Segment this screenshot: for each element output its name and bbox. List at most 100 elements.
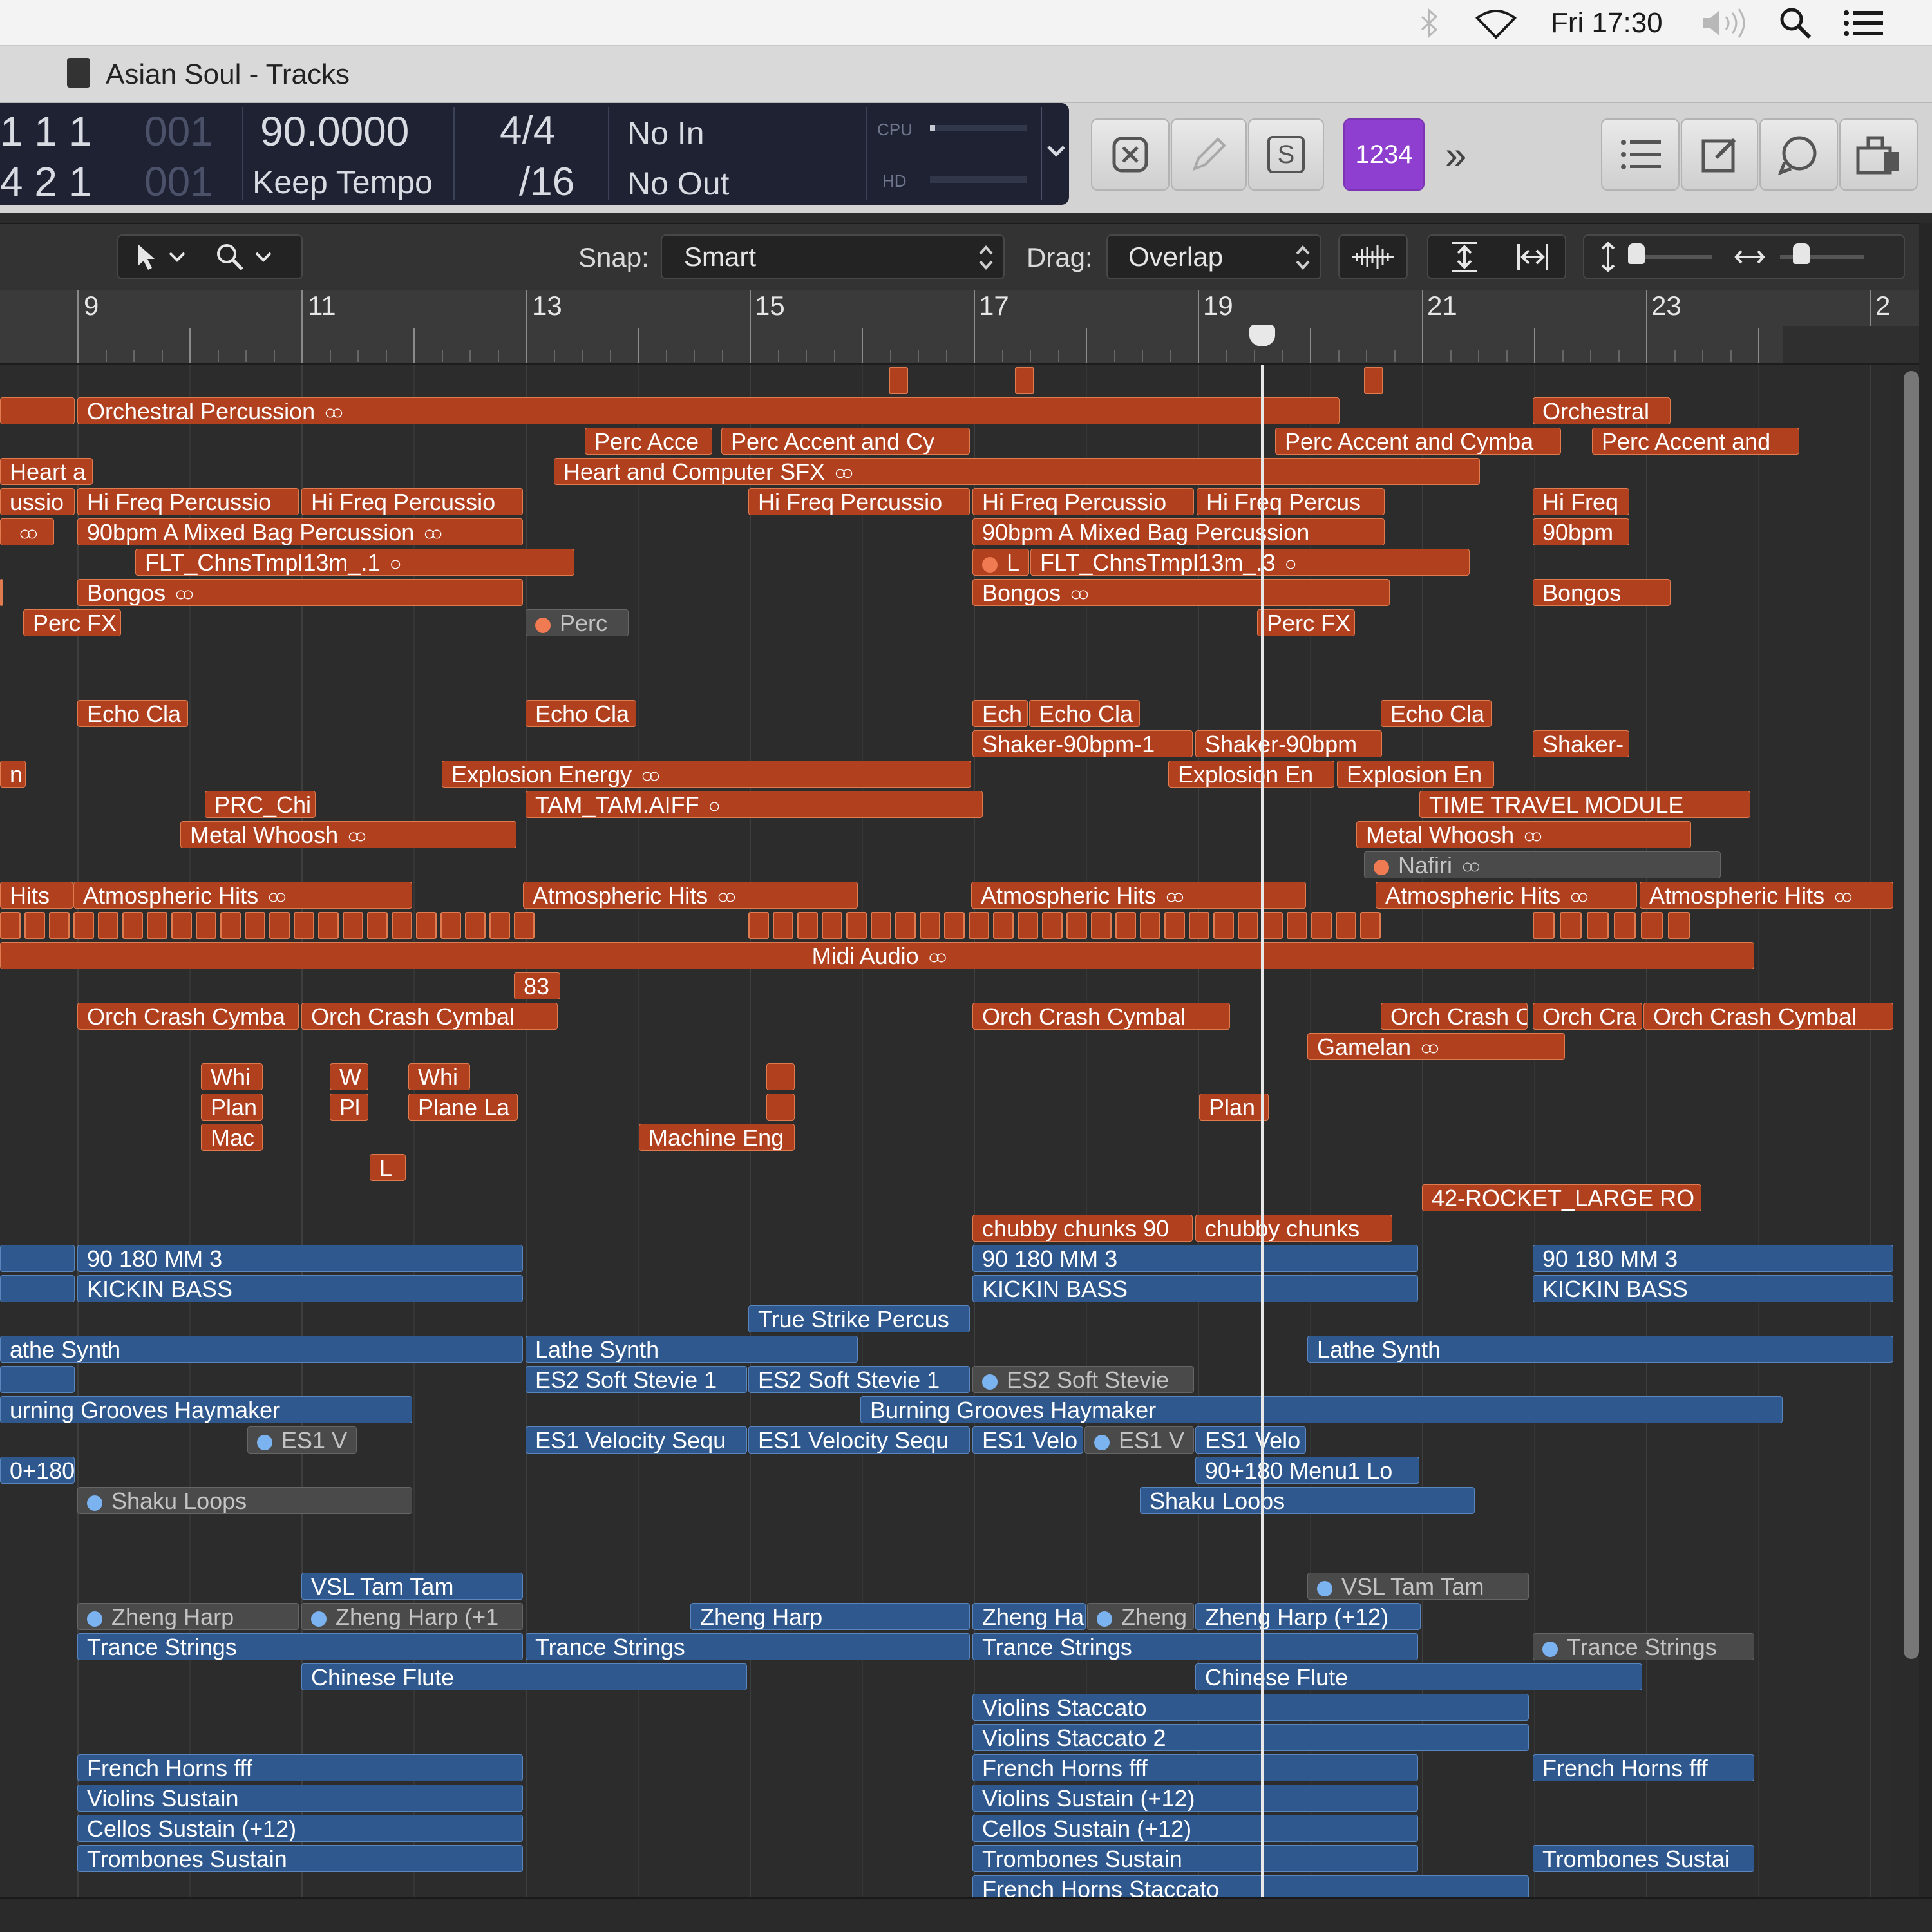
region[interactable]: Mac xyxy=(201,1124,263,1151)
region[interactable]: Lathe Synth xyxy=(1307,1336,1893,1363)
region[interactable]: French Horns fff xyxy=(972,1754,1418,1781)
solo-button[interactable]: S xyxy=(1248,118,1324,191)
region[interactable]: Hi Freq Percussio xyxy=(77,488,299,515)
region-segment[interactable] xyxy=(1066,912,1087,939)
region[interactable]: TIME TRAVEL MODULE xyxy=(1419,791,1750,818)
region[interactable]: Bongos ○○ xyxy=(77,579,523,606)
reset-button[interactable] xyxy=(1091,118,1170,191)
vertical-scrollbar[interactable] xyxy=(1904,371,1919,1659)
region[interactable]: Hi Freq xyxy=(1533,488,1629,515)
region-segment[interactable] xyxy=(392,912,412,939)
region[interactable]: Perc FX xyxy=(23,609,121,636)
region[interactable]: Trance Strings xyxy=(972,1633,1418,1660)
region[interactable]: Zheng Harp (+1 xyxy=(301,1603,523,1630)
region[interactable]: Perc Accent and Cymba xyxy=(1275,428,1561,455)
tracks-area[interactable]: Orchestral Percussion ○○ Orchestral Perc Ac… xyxy=(0,365,1893,1897)
region[interactable]: Bongos xyxy=(1533,579,1671,606)
region[interactable]: TAM_TAM.AIFF ○ xyxy=(526,791,983,818)
region-segment[interactable] xyxy=(24,912,45,939)
region-segment[interactable] xyxy=(1533,912,1555,939)
region-segment[interactable] xyxy=(969,912,989,939)
menu-clock[interactable]: Fri 17:30 xyxy=(1551,0,1686,46)
zoom-sliders[interactable] xyxy=(1583,234,1905,279)
region-segment[interactable] xyxy=(171,912,192,939)
region-segment[interactable] xyxy=(1140,912,1160,939)
region[interactable]: Shaku Loops xyxy=(77,1487,412,1514)
region-segment[interactable] xyxy=(1360,912,1381,939)
region-segment[interactable] xyxy=(920,912,940,939)
vertical-zoom-slider[interactable] xyxy=(1628,243,1712,264)
region[interactable] xyxy=(0,1245,75,1272)
region[interactable]: 90+180 Menu1 Lo xyxy=(1195,1457,1419,1484)
region[interactable] xyxy=(0,1366,75,1393)
region[interactable]: Shaker-90bpm-1 xyxy=(972,730,1193,757)
region[interactable]: Shaku Loops xyxy=(1140,1487,1475,1514)
region[interactable]: L xyxy=(972,549,1029,576)
region[interactable]: chubby chunks xyxy=(1195,1215,1392,1242)
region[interactable]: athe Synth xyxy=(0,1336,523,1363)
region[interactable]: Violins Sustain (+12) xyxy=(972,1785,1418,1812)
region-segment[interactable] xyxy=(822,912,842,939)
region-segment[interactable] xyxy=(889,367,908,394)
region-segment[interactable] xyxy=(514,912,535,939)
region[interactable]: Hi Freq Percus xyxy=(1197,488,1385,515)
region[interactable]: French Horns Staccato xyxy=(972,1875,1529,1897)
region[interactable]: Perc Acce xyxy=(585,428,712,455)
region[interactable]: 90bpm xyxy=(1533,518,1629,545)
region[interactable]: VSL Tam Tam xyxy=(301,1573,523,1600)
region[interactable]: Perc FX xyxy=(1257,609,1355,636)
pencil-button[interactable] xyxy=(1171,118,1247,191)
region-segment[interactable] xyxy=(748,912,769,939)
region-segment[interactable] xyxy=(1560,912,1582,939)
region-segment[interactable] xyxy=(1614,912,1636,939)
notepad-button[interactable] xyxy=(1681,118,1758,191)
toolbar-overflow-button[interactable]: » xyxy=(1445,133,1484,178)
region-segment[interactable] xyxy=(343,912,363,939)
region[interactable]: Hits xyxy=(0,882,73,909)
region-segment[interactable] xyxy=(147,912,167,939)
drag-select[interactable]: Overlap xyxy=(1106,234,1321,279)
region[interactable]: Trombones Sustain xyxy=(77,1845,523,1872)
region-segment[interactable] xyxy=(773,912,793,939)
region[interactable]: VSL Tam Tam xyxy=(1307,1573,1529,1600)
region[interactable]: Trance Strings xyxy=(1533,1633,1754,1660)
region[interactable]: 90bpm A Mixed Bag Percussion xyxy=(972,518,1385,545)
region[interactable]: 90 180 MM 3 xyxy=(1533,1245,1893,1272)
region[interactable]: ES1 Velocity Sequ xyxy=(526,1426,747,1454)
count-in-button[interactable]: 1234 xyxy=(1343,118,1425,191)
region[interactable]: Metal Whoosh ○○ xyxy=(180,821,516,848)
lcd-signature[interactable]: 4/4 xyxy=(500,111,555,151)
region[interactable]: Whi xyxy=(408,1063,470,1090)
region[interactable]: W xyxy=(330,1063,368,1090)
region-segment[interactable] xyxy=(1262,912,1283,939)
region[interactable]: Trance Strings xyxy=(77,1633,523,1660)
region-segment[interactable] xyxy=(993,912,1014,939)
region[interactable]: True Strike Percus xyxy=(748,1305,970,1332)
region[interactable]: Orchestral Percussion ○○ xyxy=(77,397,1340,424)
region[interactable]: ES1 V xyxy=(247,1426,357,1454)
region-segment[interactable] xyxy=(318,912,339,939)
region[interactable]: Cellos Sustain (+12) xyxy=(972,1815,1418,1842)
region[interactable]: Atmospheric Hits ○○ xyxy=(1376,882,1637,909)
playhead[interactable] xyxy=(1261,365,1264,1897)
region[interactable]: ussio xyxy=(0,488,75,515)
region-segment[interactable] xyxy=(1668,912,1690,939)
region[interactable]: Nafiri ○○ xyxy=(1364,851,1721,878)
region-segment[interactable] xyxy=(1189,912,1209,939)
region-segment[interactable] xyxy=(1042,912,1063,939)
region[interactable]: 90 180 MM 3 xyxy=(972,1245,1418,1272)
region[interactable]: Explosion En xyxy=(1168,761,1334,788)
region[interactable]: Orch Crash Cymbal xyxy=(301,1003,558,1030)
loop-browser-button[interactable] xyxy=(1759,118,1838,191)
lcd-menu-chevron-icon[interactable] xyxy=(1045,138,1068,164)
search-icon[interactable] xyxy=(1779,0,1817,46)
region-segment[interactable] xyxy=(416,912,437,939)
region[interactable]: n xyxy=(0,761,26,788)
region[interactable]: 83 xyxy=(514,972,560,999)
region[interactable]: Trombones Sustai xyxy=(1533,1845,1754,1872)
region-segment[interactable] xyxy=(1213,912,1234,939)
region[interactable]: 0+180 xyxy=(0,1457,75,1484)
region-segment[interactable] xyxy=(98,912,118,939)
region-segment[interactable] xyxy=(269,912,290,939)
region[interactable]: 90 180 MM 3 xyxy=(77,1245,523,1272)
